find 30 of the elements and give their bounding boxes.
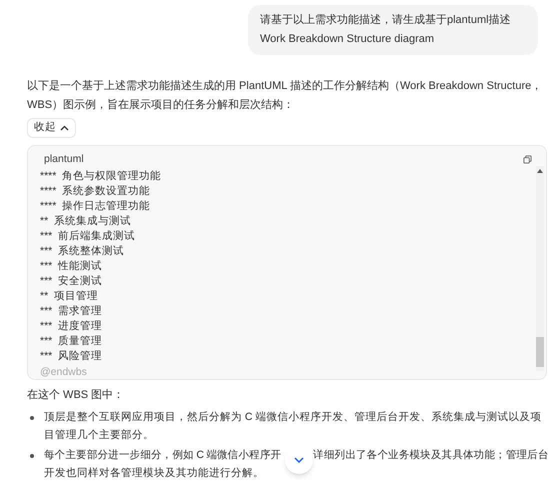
response-paragraph: 以下是一个基于上述需求功能描述生成的用 PlantUML 描述的工作分解结构（Work Breakdown Structure，WBS）图示例，旨在展示项目的任务分解和层次结构：: [27, 79, 544, 113]
code-line: *** 系统整体测试: [40, 244, 124, 259]
scrollbar[interactable]: [536, 166, 544, 371]
copy-icon[interactable]: [523, 155, 532, 164]
code-line: ** 系统集成与测试: [40, 214, 132, 229]
code-line: *** 风险管理: [40, 348, 102, 364]
code-line: ** 项目管理: [40, 288, 98, 304]
code-line: **** 系统参数设置功能: [40, 184, 150, 199]
code-line: *** 进度管理: [40, 318, 102, 334]
chevron-up-icon: [60, 125, 69, 131]
code-line: *** 前后端集成测试: [40, 228, 136, 244]
code-line: *** 安全测试: [40, 274, 102, 289]
code-line: @endwbs: [40, 364, 87, 380]
code-line: **** 操作日志管理功能: [40, 198, 150, 214]
code-line: *** 需求管理: [40, 304, 102, 319]
scroll-up-arrow-icon[interactable]: [536, 168, 544, 174]
bullet-text: 详细列出了各个业务模块及其具体功能；管理后台: [313, 448, 549, 463]
bullet-text: 每个主要部分进一步细分，例如 C 端微信小程序开: [44, 448, 282, 463]
collapse-button[interactable]: 收起: [27, 118, 76, 138]
scrollbar-thumb[interactable]: [536, 337, 544, 367]
bullet-text: 开发也同样对各管理模块及其功能进行分解。: [44, 466, 265, 481]
code-line: **** 角色与权限管理功能: [40, 168, 162, 184]
summary-heading: 在这个 WBS 图中：: [27, 388, 126, 403]
scroll-down-button[interactable]: [285, 446, 313, 474]
code-language-label: plantuml: [44, 152, 84, 167]
bullet-text: 顶层是整个互联网应用项目，然后分解为 C 端微信小程序开发、管理后台开发、系统集成与测试以及项目管理几个主要部分。: [44, 410, 542, 443]
user-message-bubble: 请基于以上需求功能描述，请生成基于plantuml描述 Work Breakdown Structure diagram: [248, 5, 538, 55]
code-line: *** 性能测试: [40, 258, 102, 274]
chevron-down-icon: [294, 457, 304, 463]
code-line: *** 质量管理: [40, 334, 102, 349]
